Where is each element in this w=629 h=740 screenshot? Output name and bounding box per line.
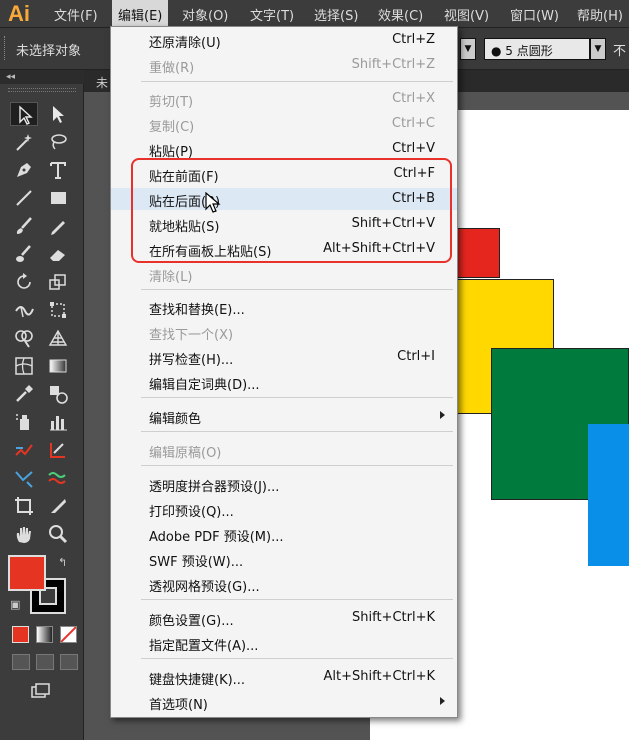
color-mode-icon[interactable] [12, 626, 29, 643]
menu-find-replace[interactable]: 查找和替换(E)... [111, 296, 457, 318]
menu-redo[interactable]: 重做(R) Shift+Ctrl+Z [111, 54, 457, 76]
menu-find-next[interactable]: 查找下一个(X) [111, 321, 457, 343]
menu-transparency-flattener-presets[interactable]: 透明度拼合器预设(J)... [111, 473, 457, 495]
fill-swatch[interactable] [8, 555, 46, 591]
brush-dropdown[interactable]: ● 5 点圆形 [484, 38, 590, 60]
menu-separator [141, 81, 453, 82]
rotate-tool-icon[interactable] [10, 270, 38, 294]
stroke-dropdown-arrow[interactable]: ▼ [460, 38, 476, 60]
blue-rectangle[interactable] [588, 424, 629, 566]
menu-swf-presets[interactable]: SWF 预设(W)... [111, 548, 457, 570]
submenu-arrow-icon [440, 697, 445, 705]
line-tool-icon[interactable] [10, 186, 38, 210]
gradient-tool-icon[interactable] [44, 354, 72, 378]
draw-inside-icon[interactable] [60, 654, 78, 670]
width-tool-icon[interactable] [10, 298, 38, 322]
menu-perspective-grid-presets[interactable]: 透视网格预设(G)... [111, 573, 457, 595]
brush-dropdown-arrow[interactable]: ▼ [590, 38, 606, 60]
screen-mode-icon[interactable] [26, 680, 54, 704]
type-tool-icon[interactable] [44, 158, 72, 182]
document-tab[interactable]: 未 [96, 74, 108, 91]
direct-selection-tool-icon[interactable] [44, 102, 72, 126]
column-graph-tool-icon[interactable] [44, 410, 72, 434]
menu-file[interactable]: 文件(F) [54, 5, 98, 24]
edit-menu: 还原清除(U) Ctrl+Z 重做(R) Shift+Ctrl+Z 剪切(T) Ctr… [110, 26, 458, 718]
pen-tool-icon[interactable] [10, 158, 38, 182]
menu-undo[interactable]: 还原清除(U) Ctrl+Z [111, 29, 457, 51]
slice-tool-icon[interactable] [44, 438, 72, 462]
menu-help[interactable]: 帮助(H) [577, 5, 623, 24]
none-mode-icon[interactable] [60, 626, 77, 643]
menu-separator [141, 431, 453, 432]
menu-type[interactable]: 文字(T) [250, 5, 294, 24]
rectangle-tool-icon[interactable] [44, 186, 72, 210]
menu-paste[interactable]: 粘贴(P) Ctrl+V [111, 138, 457, 160]
draw-behind-icon[interactable] [36, 654, 54, 670]
crop-artboard-tool-icon[interactable] [10, 494, 38, 518]
opacity-label: 不 [613, 44, 627, 59]
menu-color-settings[interactable]: 颜色设置(G)... Shift+Ctrl+K [111, 607, 457, 629]
mesh-tool-icon[interactable] [10, 354, 38, 378]
control-bar-grip[interactable] [4, 36, 7, 60]
artboard-tool-icon[interactable] [10, 438, 38, 462]
menu-assign-profile[interactable]: 指定配置文件(A)... [111, 632, 457, 654]
app-logo: Ai [8, 1, 30, 26]
eyedropper-tool-icon[interactable] [10, 382, 38, 406]
eraser-tool-icon[interactable] [44, 242, 72, 266]
menu-window[interactable]: 窗口(W) [510, 5, 559, 24]
draw-normal-icon[interactable] [12, 654, 30, 670]
submenu-arrow-icon [440, 411, 445, 419]
menu-keyboard-shortcuts[interactable]: 键盘快捷键(K)... Alt+Shift+Ctrl+K [111, 666, 457, 688]
highlight-annotation [131, 158, 452, 263]
menu-separator [141, 658, 453, 659]
free-transform-tool-icon[interactable] [44, 298, 72, 322]
blob-brush-tool-icon[interactable] [10, 242, 38, 266]
gradient-mode-icon[interactable] [36, 626, 53, 643]
menu-pdf-presets[interactable]: Adobe PDF 预设(M)... [111, 523, 457, 545]
menu-separator [141, 465, 453, 466]
menu-effect[interactable]: 效果(C) [378, 5, 423, 24]
blend-tool-icon[interactable] [44, 382, 72, 406]
menu-cut[interactable]: 剪切(T) Ctrl+X [111, 88, 457, 110]
mouse-cursor-icon [205, 192, 221, 213]
menu-view[interactable]: 视图(V) [444, 5, 489, 24]
default-colors-icon[interactable]: ▣ [10, 598, 20, 611]
menu-bar: Ai 文件(F) 编辑(E) 对象(O) 文字(T) 选择(S) 效果(C) 视… [0, 0, 629, 28]
tools-panel-collapse[interactable]: ◂◂ [0, 70, 84, 84]
perspective-grid-tool-icon[interactable] [44, 326, 72, 350]
shape-builder-tool-icon[interactable] [10, 326, 38, 350]
menu-copy[interactable]: 复制(C) Ctrl+C [111, 113, 457, 135]
menu-edit-colors[interactable]: 编辑颜色 [111, 405, 457, 427]
knife-tool-icon[interactable] [44, 494, 72, 518]
magic-wand-tool-icon[interactable] [10, 130, 38, 154]
selection-status: 未选择对象 [16, 44, 82, 59]
hand-tool-icon[interactable] [10, 522, 38, 546]
tools-panel-grip[interactable] [8, 88, 76, 92]
menu-check-spelling[interactable]: 拼写检查(H)... Ctrl+I [111, 346, 457, 368]
selection-tool-icon[interactable] [10, 102, 38, 126]
paintbrush-tool-icon[interactable] [10, 214, 38, 238]
menu-object[interactable]: 对象(O) [182, 5, 228, 24]
menu-separator [141, 289, 453, 290]
wave-tool-icon[interactable] [44, 466, 72, 490]
pencil-tool-icon[interactable] [44, 214, 72, 238]
eraser-cut-tool-icon[interactable] [10, 466, 38, 490]
menu-print-presets[interactable]: 打印预设(Q)... [111, 498, 457, 520]
menu-edit-original[interactable]: 编辑原稿(O) [111, 439, 457, 461]
scale-tool-icon[interactable] [44, 270, 72, 294]
menu-preferences[interactable]: 首选项(N) [111, 691, 457, 713]
menu-separator [141, 599, 453, 600]
symbol-sprayer-tool-icon[interactable] [10, 410, 38, 434]
menu-clear[interactable]: 清除(L) [111, 263, 457, 285]
lasso-tool-icon[interactable] [44, 130, 72, 154]
swap-fill-stroke-icon[interactable]: ↰ [58, 556, 67, 569]
menu-edit[interactable]: 编辑(E) [112, 0, 169, 28]
menu-select[interactable]: 选择(S) [314, 5, 358, 24]
menu-separator [141, 397, 453, 398]
zoom-tool-icon[interactable] [44, 522, 72, 546]
menu-edit-custom-dictionary[interactable]: 编辑自定词典(D)... [111, 371, 457, 393]
